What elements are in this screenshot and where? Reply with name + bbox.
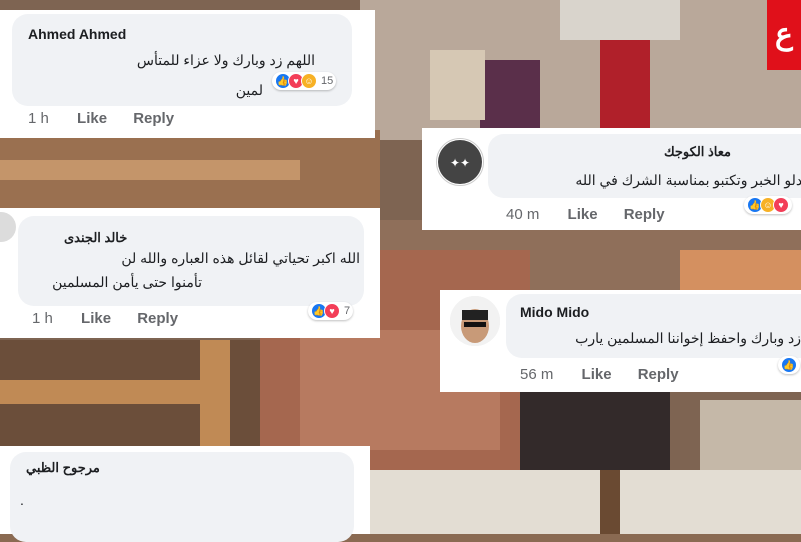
comment-actions: 40 m Like Reply — [506, 206, 687, 223]
comment-text: زد وبارك واحفظ إخواننا المسلمين يارب — [575, 330, 801, 346]
comment-card: Mido Mido زد وبارك واحفظ إخواننا المسلمي… — [440, 290, 801, 392]
like-button[interactable]: Like — [77, 110, 107, 127]
comment-time[interactable]: 1 h — [28, 110, 49, 127]
comment-card: خالد الجندى الله اكبر تحياتي لقائل هذه ا… — [0, 208, 380, 338]
avatar-icon[interactable] — [450, 296, 500, 346]
avatar-icon[interactable] — [0, 212, 16, 242]
reply-button[interactable]: Reply — [133, 110, 174, 127]
comment-card: مرجوح الظبي . — [0, 446, 370, 542]
comment-card: ✦✦ معاذ الكوجك يم تعدلو الخبر وتكتبو بمن… — [422, 128, 801, 230]
comment-actions: 1 h Like Reply — [32, 310, 200, 327]
comment-text: اللهم زد وبارك ولا عزاء للمتأس — [136, 52, 315, 68]
comment-text: الله اكبر تحياتي لقائل هذه العباره والله… — [121, 250, 360, 266]
reply-button[interactable]: Reply — [137, 310, 178, 327]
like-icon: 👍 — [781, 357, 797, 373]
love-icon: ♥ — [773, 197, 789, 213]
love-icon: ♥ — [324, 303, 340, 319]
reaction-count: 15 — [321, 75, 334, 87]
comment-actions: 1 h Like Reply — [28, 110, 196, 127]
comment-time[interactable]: 56 m — [520, 366, 553, 383]
reply-button[interactable]: Reply — [638, 366, 679, 383]
reaction-count: 7 — [344, 305, 351, 317]
reaction-summary[interactable]: 👍 ♥ ☺ 15 — [272, 72, 337, 90]
commenter-name[interactable]: معاذ الكوجك — [664, 144, 731, 160]
comment-text: تأمنوا حتى يأمن المسلمين — [52, 274, 202, 290]
comment-text: . — [20, 492, 24, 508]
svg-text:✦✦: ✦✦ — [450, 156, 470, 170]
commenter-name[interactable]: مرجوح الظبي — [26, 460, 100, 476]
reaction-summary[interactable]: 👍 ☺ ♥ — [744, 196, 792, 214]
comment-text: يم تعدلو الخبر وتكتبو بمناسبة الشرك في ا… — [575, 172, 801, 188]
haha-icon: ☺ — [301, 73, 317, 89]
commenter-name[interactable]: Ahmed Ahmed — [28, 26, 126, 42]
like-button[interactable]: Like — [81, 310, 111, 327]
like-button[interactable]: Like — [582, 366, 612, 383]
commenter-name[interactable]: خالد الجندى — [64, 230, 127, 246]
commenter-name[interactable]: Mido Mido — [520, 304, 589, 320]
comment-card: Ahmed Ahmed اللهم زد وبارك ولا عزاء للمت… — [0, 10, 375, 138]
comment-actions: 56 m Like Reply — [520, 366, 701, 383]
comment-time[interactable]: 1 h — [32, 310, 53, 327]
comment-text: لمين — [235, 82, 263, 98]
avatar-icon[interactable]: ✦✦ — [436, 138, 484, 186]
channel-logo: ع — [767, 0, 801, 70]
reply-button[interactable]: Reply — [624, 206, 665, 223]
reaction-summary[interactable]: 👍 ♥ 7 — [308, 302, 354, 320]
comment-time[interactable]: 40 m — [506, 206, 539, 223]
like-button[interactable]: Like — [568, 206, 598, 223]
reaction-summary[interactable]: 👍 — [778, 356, 800, 374]
